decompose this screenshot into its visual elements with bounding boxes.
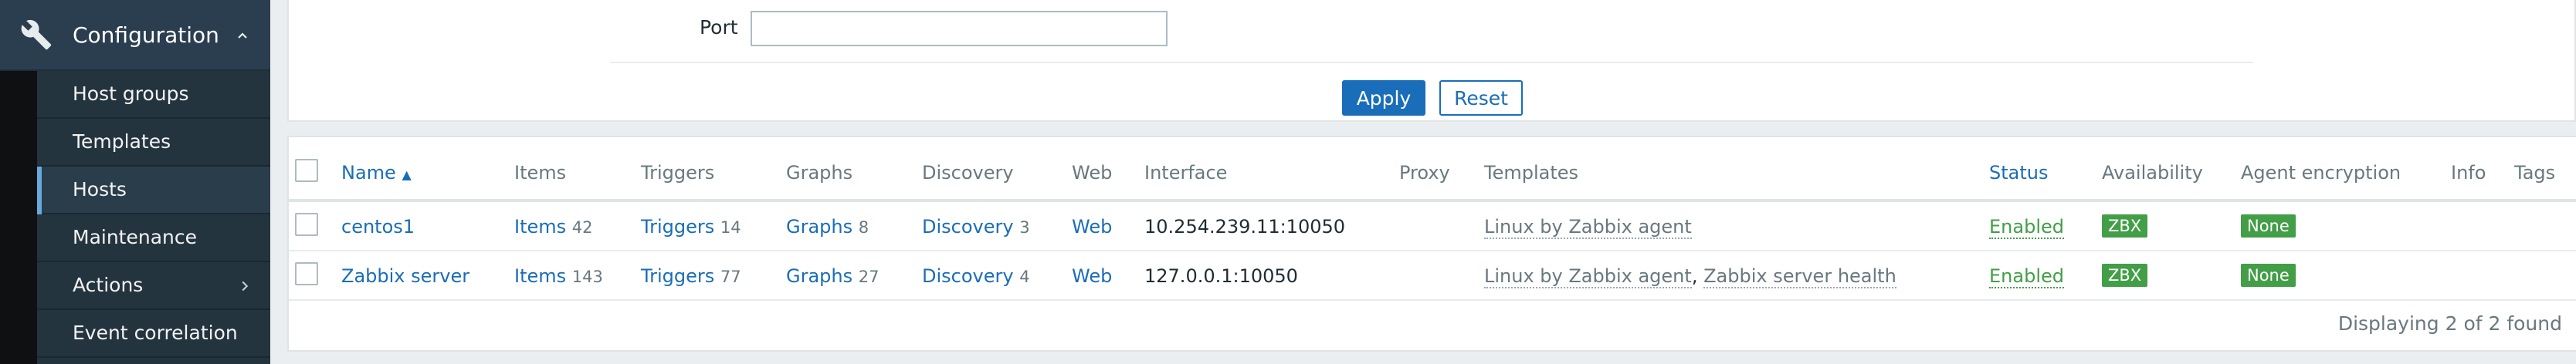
column-header-templates: Templates: [1484, 162, 1579, 184]
sidebar-submenu: Host groups Templates Hosts Maintenance …: [37, 71, 270, 364]
encryption-badge: None: [2241, 214, 2296, 238]
filter-divider: [610, 62, 2253, 63]
template-link[interactable]: Zabbix server health: [1703, 265, 1896, 288]
sidebar-item-label: Hosts: [73, 178, 127, 201]
reset-button[interactable]: Reset: [1439, 80, 1523, 116]
items-count: 143: [571, 268, 603, 286]
host-name-link[interactable]: centos1: [341, 215, 415, 238]
graphs-link[interactable]: Graphs: [786, 216, 852, 238]
triggers-cell[interactable]: Triggers 14: [641, 215, 741, 239]
chevron-right-icon: [242, 281, 249, 292]
template-separator: ,: [1691, 265, 1698, 287]
items-count: 42: [571, 218, 593, 237]
discovery-link[interactable]: Discovery: [922, 216, 1014, 238]
sidebar-item-hosts[interactable]: Hosts: [37, 167, 270, 214]
discovery-cell[interactable]: Discovery 3: [922, 215, 1030, 239]
graphs-count: 27: [858, 268, 880, 286]
graphs-cell[interactable]: Graphs 27: [786, 265, 880, 288]
sidebar-section-title: Configuration: [73, 22, 219, 48]
triggers-count: 77: [720, 268, 741, 286]
row-checkbox[interactable]: [295, 213, 318, 236]
discovery-count: 3: [1019, 218, 1030, 237]
graphs-cell[interactable]: Graphs 8: [786, 215, 869, 239]
templates-cell: Linux by Zabbix agent: [1484, 215, 1692, 239]
triggers-link[interactable]: Triggers: [641, 265, 714, 287]
column-header-interface: Interface: [1144, 162, 1228, 184]
table-header: Name ▲ Items Triggers Graphs Discovery W…: [289, 137, 2576, 202]
port-label: Port: [700, 16, 738, 39]
templates-cell: Linux by Zabbix agent, Zabbix server hea…: [1484, 265, 1896, 288]
web-link[interactable]: Web: [1072, 215, 1112, 238]
host-name-link[interactable]: Zabbix server: [341, 265, 469, 288]
web-link[interactable]: Web: [1072, 265, 1112, 288]
sidebar-item-event-correlation[interactable]: Event correlation: [37, 310, 270, 358]
column-header-tags: Tags: [2514, 162, 2556, 184]
status-cell: Enabled: [1989, 215, 2064, 239]
column-header-web: Web: [1072, 162, 1113, 184]
sidebar-item-templates[interactable]: Templates: [37, 119, 270, 167]
port-input[interactable]: [751, 11, 1168, 46]
discovery-cell[interactable]: Discovery 4: [922, 265, 1030, 288]
sidebar-item-actions[interactable]: Actions: [37, 262, 270, 310]
items-cell[interactable]: Items 42: [514, 215, 593, 239]
column-header-name[interactable]: Name ▲: [341, 161, 412, 187]
row-checkbox[interactable]: [295, 262, 318, 285]
column-header-proxy: Proxy: [1399, 162, 1450, 184]
triggers-count: 14: [720, 218, 741, 237]
table-row: centos1 Items 42 Triggers 14 Graphs 8 Di…: [289, 202, 2576, 251]
chevron-up-icon: [238, 32, 247, 39]
discovery-count: 4: [1019, 268, 1030, 286]
items-link[interactable]: Items: [514, 265, 566, 287]
filter-panel: Port Apply Reset: [287, 0, 2576, 122]
sort-ascending-icon: ▲: [402, 167, 412, 182]
sidebar-item-label: Actions: [73, 274, 144, 296]
template-link[interactable]: Linux by Zabbix agent: [1484, 216, 1692, 239]
sidebar-item-label: Templates: [73, 130, 171, 153]
sidebar-item-maintenance[interactable]: Maintenance: [37, 214, 270, 262]
sidebar-item-label: Maintenance: [73, 226, 197, 248]
discovery-link[interactable]: Discovery: [922, 265, 1014, 287]
column-header-graphs: Graphs: [786, 162, 853, 184]
sidebar-section-configuration[interactable]: Configuration: [0, 0, 270, 71]
status-cell: Enabled: [1989, 265, 2064, 288]
active-indicator: [37, 167, 42, 214]
table-row: Zabbix server Items 143 Triggers 77 Grap…: [289, 251, 2576, 301]
template-link[interactable]: Linux by Zabbix agent: [1484, 265, 1692, 288]
column-header-items: Items: [514, 162, 567, 184]
encryption-badge: None: [2241, 264, 2296, 287]
column-header-info: Info: [2451, 162, 2486, 184]
items-cell[interactable]: Items 143: [514, 265, 603, 288]
sidebar-item-label: Host groups: [73, 83, 189, 105]
wrench-icon: [21, 19, 52, 50]
sidebar-item-label: Event correlation: [73, 322, 238, 344]
column-header-discovery: Discovery: [922, 162, 1014, 184]
interface-value: 10.254.239.11:10050: [1144, 216, 1346, 238]
status-toggle[interactable]: Enabled: [1989, 216, 2064, 239]
column-header-name-label: Name: [341, 162, 396, 184]
hosts-table: Name ▲ Items Triggers Graphs Discovery W…: [287, 136, 2576, 352]
availability-badge: ZBX: [2102, 264, 2148, 287]
triggers-link[interactable]: Triggers: [641, 216, 714, 238]
graphs-link[interactable]: Graphs: [786, 265, 852, 287]
column-header-availability: Availability: [2102, 162, 2203, 184]
status-toggle[interactable]: Enabled: [1989, 265, 2064, 288]
interface-value: 127.0.0.1:10050: [1144, 265, 1298, 287]
column-header-triggers: Triggers: [641, 162, 715, 184]
table-footer-count: Displaying 2 of 2 found: [2337, 312, 2562, 335]
sidebar: Configuration Host groups Templates Host…: [0, 0, 270, 364]
column-header-agent-encryption: Agent encryption: [2241, 162, 2401, 184]
graphs-count: 8: [858, 218, 869, 237]
apply-button[interactable]: Apply: [1342, 80, 1425, 116]
availability-badge: ZBX: [2102, 214, 2148, 238]
select-all-checkbox[interactable]: [295, 159, 318, 182]
triggers-cell[interactable]: Triggers 77: [641, 265, 741, 288]
column-header-status[interactable]: Status: [1989, 161, 2048, 184]
sidebar-item-host-groups[interactable]: Host groups: [37, 71, 270, 119]
items-link[interactable]: Items: [514, 216, 566, 238]
